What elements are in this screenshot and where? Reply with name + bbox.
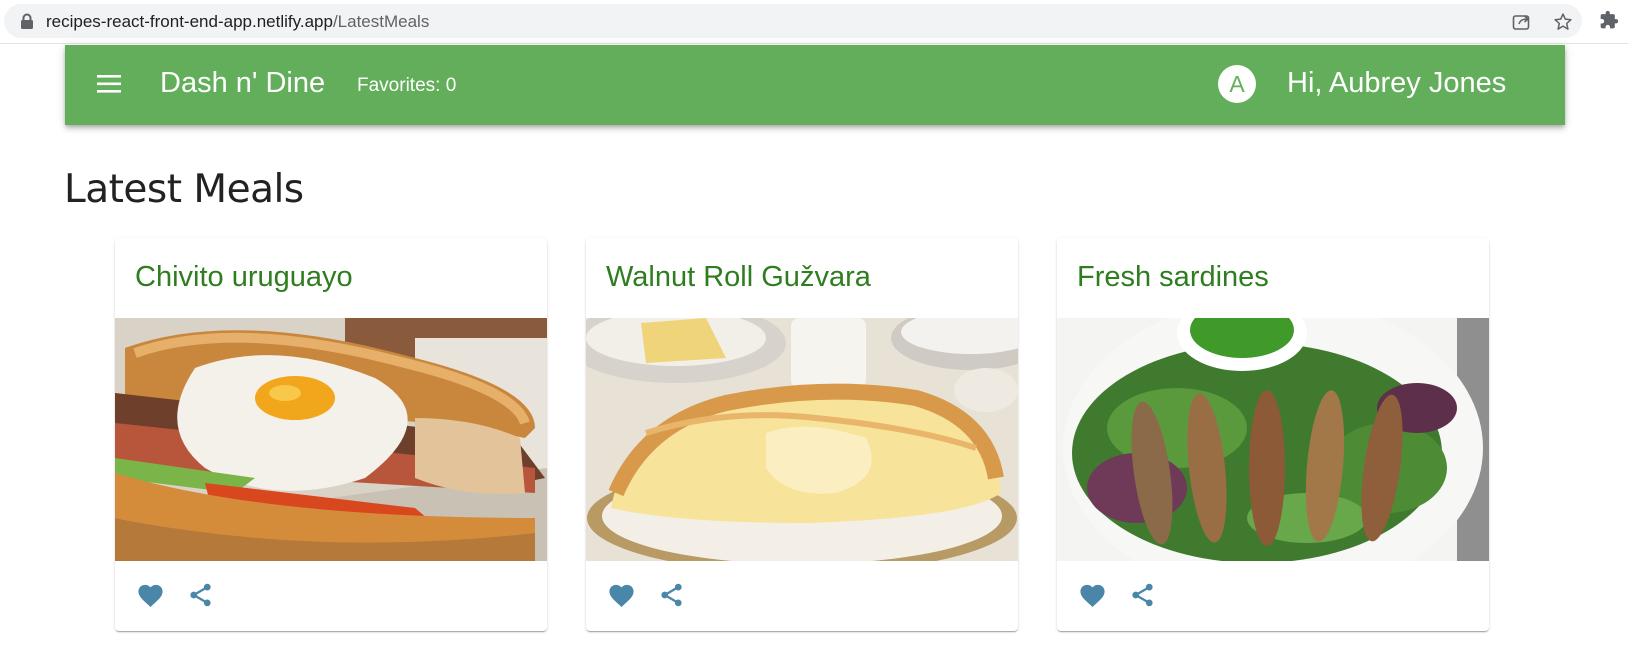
heart-icon[interactable] [136,581,165,608]
meal-card[interactable]: Fresh sardines [1057,238,1489,631]
meal-card[interactable]: Chivito uruguayo [115,238,547,631]
share-icon[interactable] [1129,581,1156,609]
favorites-count[interactable]: Favorites: 0 [357,75,456,97]
lock-icon[interactable] [20,13,34,29]
app-bar: Dash n' Dine Favorites: 0 A Hi, Aubrey J… [65,45,1565,125]
url-path: /LatestMeals [332,12,430,31]
share-icon[interactable] [658,581,685,609]
app-title[interactable]: Dash n' Dine [160,67,325,100]
meal-image[interactable] [586,318,1018,561]
heart-icon[interactable] [607,581,636,608]
meal-card[interactable]: Walnut Roll Gužvara [586,238,1018,631]
page-title: Latest Meals [64,167,304,212]
meal-title[interactable]: Chivito uruguayo [135,261,353,294]
address-bar[interactable]: recipes-react-front-end-app.netlify.app/… [4,4,1582,38]
url-host: recipes-react-front-end-app.netlify.app [46,12,333,31]
menu-icon[interactable] [97,73,123,95]
user-greeting: Hi, Aubrey Jones [1287,67,1507,99]
meal-title[interactable]: Walnut Roll Gužvara [606,261,871,294]
share-page-icon[interactable] [1512,13,1532,31]
browser-toolbar: recipes-react-front-end-app.netlify.app/… [0,0,1628,44]
url-text[interactable]: recipes-react-front-end-app.netlify.app/… [46,12,429,32]
meal-image[interactable] [115,318,547,561]
meal-title[interactable]: Fresh sardines [1077,261,1269,294]
star-icon[interactable] [1553,12,1573,32]
puzzle-icon[interactable] [1599,10,1619,30]
meal-image[interactable] [1057,318,1489,561]
avatar[interactable]: A [1218,65,1256,103]
share-icon[interactable] [187,581,214,609]
heart-icon[interactable] [1078,581,1107,608]
